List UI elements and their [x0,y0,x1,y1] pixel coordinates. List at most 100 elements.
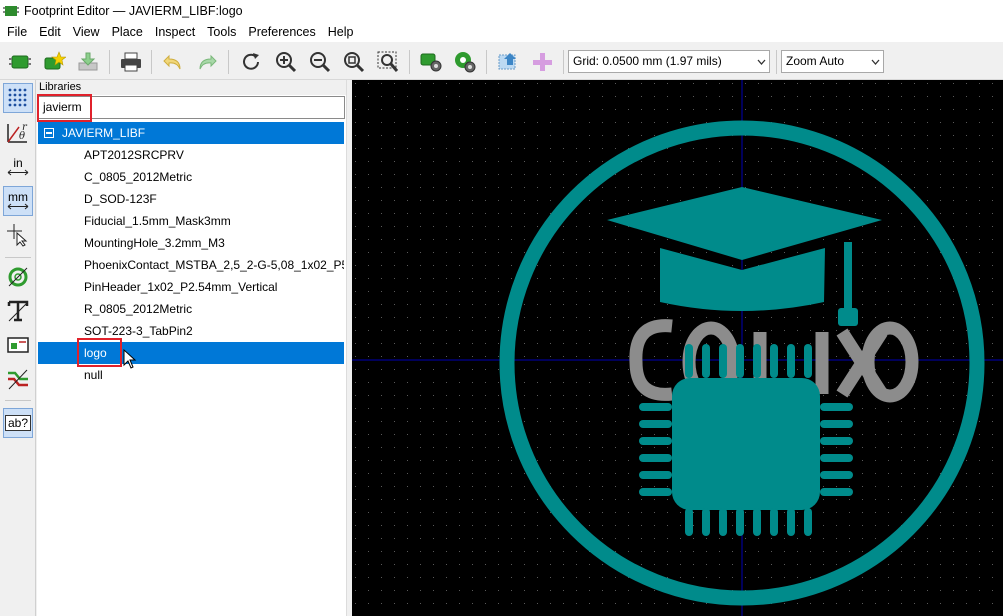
text-tool-label: ab? [4,415,32,431]
library-tree: JAVIERM_LIBF APT2012SRCPRV C_0805_2012Me… [38,122,344,616]
footprint-name: PhoenixContact_MSTBA_2,5_2-G-5,08_1x02_P… [84,258,344,272]
text-display-mode-button[interactable] [3,296,33,326]
menu-place[interactable]: Place [106,22,149,42]
high-contrast-button[interactable] [3,364,33,394]
footprint-name: D_SOD-123F [84,192,157,206]
menu-bar: File Edit View Place Inspect Tools Prefe… [0,22,1003,42]
print-button[interactable] [117,48,145,76]
menu-view[interactable]: View [67,22,106,42]
zoom-out-button[interactable] [306,48,334,76]
library-name: JAVIERM_LIBF [62,126,146,140]
grid-select[interactable]: Grid: 0.0500 mm (1.97 mils) [568,50,770,73]
tree-row-library[interactable]: JAVIERM_LIBF [38,122,344,144]
redraw-button[interactable] [238,48,266,76]
zoom-fit-icon [344,52,365,73]
libraries-caption: Libraries [37,80,346,95]
zoom-select-value: Zoom Auto [786,54,845,68]
double-arrow-icon [7,169,29,176]
insert-into-board-button[interactable] [528,48,556,76]
units-inches-button[interactable]: in [3,152,33,182]
zoom-in-button[interactable] [272,48,300,76]
pad-sketch-icon [8,267,28,287]
pad-gear-icon [455,52,476,73]
canvas-drawing [352,80,1003,616]
zoom-in-icon [276,52,297,73]
footprint-name: C_0805_2012Metric [84,170,193,184]
load-from-board-button[interactable] [494,48,522,76]
save-to-library-icon [78,52,98,71]
grid-select-value: Grid: 0.0500 mm (1.97 mils) [573,54,722,68]
pad-properties-button[interactable] [451,48,479,76]
tree-row-footprint[interactable]: R_0805_2012Metric [38,298,344,320]
footprint-name: Fiducial_1.5mm_Mask3mm [84,214,231,228]
printer-icon [121,52,141,72]
text-properties-button[interactable]: ab? [3,408,33,438]
footprint-properties-button[interactable] [417,48,445,76]
new-footprint-button[interactable] [6,48,34,76]
menu-edit[interactable]: Edit [33,22,67,42]
load-board-icon [498,53,516,70]
search-highlight-annotation [37,94,92,122]
tree-row-footprint[interactable]: APT2012SRCPRV [38,144,344,166]
toggle-grid-button[interactable] [3,83,33,113]
menu-tools[interactable]: Tools [201,22,242,42]
polar-coordinates-icon: θ r [7,122,28,143]
menu-preferences[interactable]: Preferences [242,22,321,42]
create-footprint-wizard-button[interactable] [40,48,68,76]
tree-row-footprint[interactable]: D_SOD-123F [38,188,344,210]
menu-file[interactable]: File [0,22,33,42]
title-bar: Footprint Editor — JAVIERM_LIBF:logo [0,0,1003,22]
zoom-selection-button[interactable] [374,48,402,76]
graphic-display-mode-button[interactable] [3,330,33,360]
kicad-footprint-icon [3,6,19,16]
text-sketch-icon [7,300,29,322]
footprint-name: R_0805_2012Metric [84,302,193,316]
graphic-sketch-icon [7,337,29,353]
libraries-panel: Libraries javierm JAVIERM_LIBF APT2012SR… [37,80,346,616]
logo-highlight-annotation [77,338,122,367]
save-button[interactable] [74,48,102,76]
units-mm-label: mm [8,190,28,204]
menu-help[interactable]: Help [322,22,360,42]
units-mm-button[interactable]: mm [3,186,33,216]
pad-display-mode-button[interactable] [3,262,33,292]
zoom-fit-button[interactable] [340,48,368,76]
tree-row-footprint[interactable]: C_0805_2012Metric [38,166,344,188]
zoom-select[interactable]: Zoom Auto [781,50,884,73]
zoom-selection-icon [377,51,399,72]
undo-icon [163,54,181,70]
tree-row-footprint[interactable]: MountingHole_3.2mm_M3 [38,232,344,254]
chevron-down-icon [867,51,883,72]
refresh-icon [243,53,259,70]
grid-dots-icon [8,88,27,107]
new-footprint-icon [9,55,31,69]
undo-button[interactable] [159,48,187,76]
tree-row-footprint[interactable]: PinHeader_1x02_P2.54mm_Vertical [38,276,344,298]
footprint-name: null [84,368,103,382]
collapse-icon[interactable] [44,128,54,138]
crosshair-cursor-icon [7,224,28,247]
zoom-out-icon [310,52,331,73]
wizard-star-icon [44,51,66,70]
double-arrow-icon [7,203,29,210]
window-title: Footprint Editor — JAVIERM_LIBF:logo [24,4,243,18]
polar-coords-button[interactable]: θ r [3,118,33,148]
tree-row-footprint[interactable]: Fiducial_1.5mm_Mask3mm [38,210,344,232]
top-toolbar: Grid: 0.0500 mm (1.97 mils) Zoom Auto [0,42,1003,80]
tree-row-footprint[interactable]: null [38,364,344,386]
chevron-down-icon [753,51,769,72]
menu-inspect[interactable]: Inspect [149,22,201,42]
cursor-style-button[interactable] [3,220,33,250]
high-contrast-icon [8,369,28,390]
mouse-pointer-icon [123,349,137,369]
footprint-canvas[interactable] [352,80,1003,616]
redo-button[interactable] [193,48,221,76]
svg-text:r: r [22,122,28,133]
footprint-gear-icon [420,53,442,72]
units-inches-label: in [13,156,23,170]
redo-icon [199,54,217,70]
footprint-name: MountingHole_3.2mm_M3 [84,236,225,250]
footprint-name: PinHeader_1x02_P2.54mm_Vertical [84,280,278,294]
tree-row-footprint[interactable]: PhoenixContact_MSTBA_2,5_2-G-5,08_1x02_P… [38,254,344,276]
left-toolbar: θ r in mm ab? [0,80,36,616]
